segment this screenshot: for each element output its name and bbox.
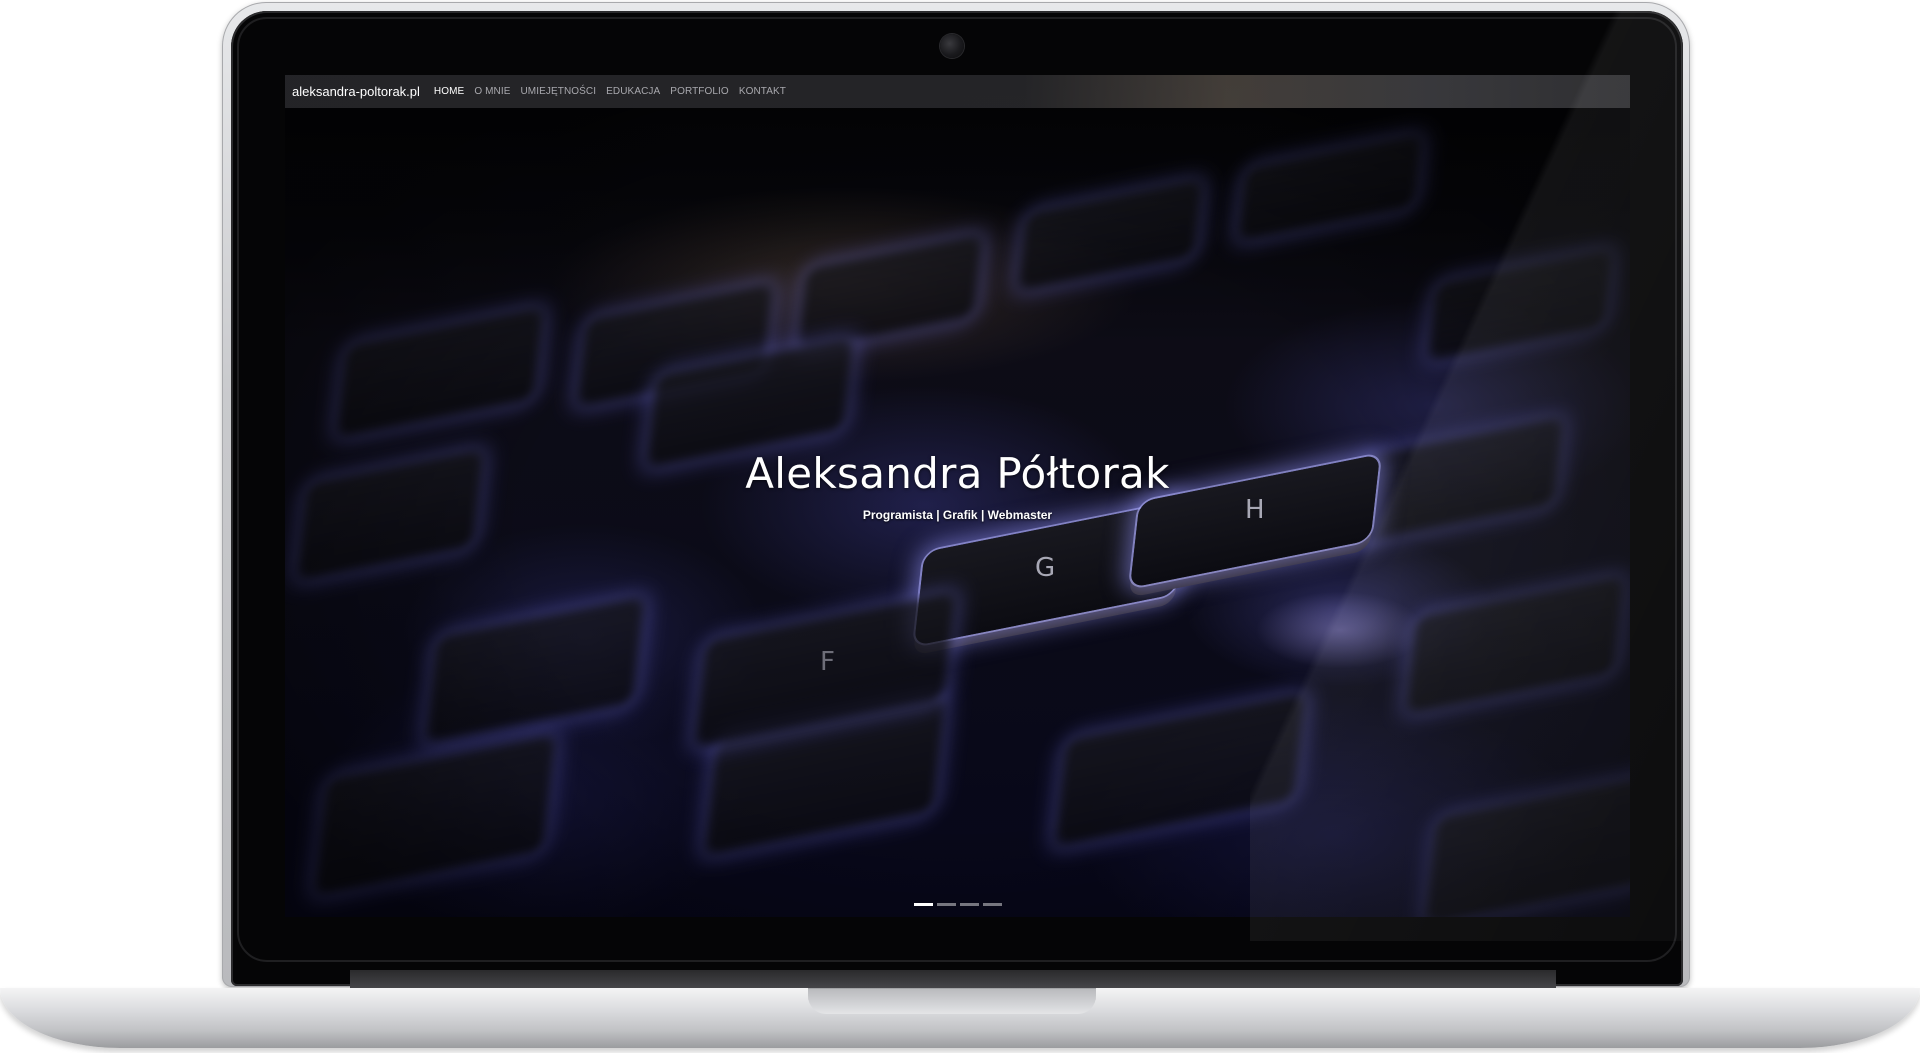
- carousel-indicator[interactable]: [959, 903, 979, 906]
- navbar: aleksandra-poltorak.pl HOME O MNIE UMIEJ…: [285, 75, 1630, 108]
- nav-link-umiejetnosci[interactable]: UMIEJĘTNOŚCI: [520, 86, 596, 97]
- nav-link-portfolio[interactable]: PORTFOLIO: [670, 86, 729, 97]
- key-letter-g: G: [1035, 553, 1056, 583]
- hero-subtitle: Programista | Grafik | Webmaster: [862, 508, 1053, 522]
- carousel-indicator[interactable]: [936, 903, 956, 906]
- laptop-mockup: G H F aleksandra-poltorak.pl HOME O MNIE…: [0, 0, 1920, 1053]
- nav-link-o-mnie[interactable]: O MNIE: [474, 86, 510, 97]
- carousel-indicator[interactable]: [982, 903, 1002, 906]
- brand-link[interactable]: aleksandra-poltorak.pl: [292, 84, 420, 99]
- hero-caption: Aleksandra Półtorak Programista | Grafik…: [285, 449, 1630, 522]
- hero-title: Aleksandra Półtorak: [745, 449, 1170, 498]
- nav-menu: HOME O MNIE UMIEJĘTNOŚCI EDUKACJA PORTFO…: [434, 86, 786, 97]
- carousel-indicator[interactable]: [913, 903, 933, 906]
- website-screen: G H F aleksandra-poltorak.pl HOME O MNIE…: [285, 75, 1630, 917]
- laptop-hinge: [350, 970, 1556, 990]
- nav-link-kontakt[interactable]: KONTAKT: [739, 86, 786, 97]
- carousel-indicators: [285, 903, 1630, 906]
- laptop-opening-notch: [808, 988, 1096, 1014]
- key-letter-f: F: [820, 647, 835, 677]
- nav-link-home[interactable]: HOME: [434, 86, 464, 97]
- nav-link-edukacja[interactable]: EDUKACJA: [606, 86, 660, 97]
- camera-icon: [940, 34, 964, 58]
